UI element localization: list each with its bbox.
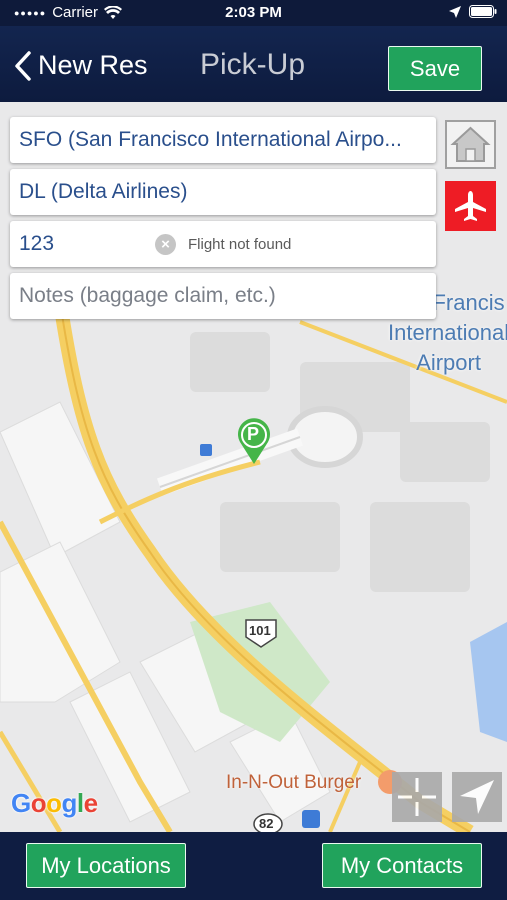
- highway-101-label: 101: [249, 623, 271, 638]
- airport-value: SFO (San Francisco International Airpo..…: [19, 128, 402, 151]
- page-title: Pick-Up: [200, 48, 306, 81]
- status-time: 2:03 PM: [225, 4, 282, 21]
- home-icon: [450, 126, 491, 162]
- airport-field[interactable]: SFO (San Francisco International Airpo..…: [10, 117, 436, 163]
- battery-icon: [469, 5, 497, 18]
- map-label-airport-line1: Francis: [432, 290, 505, 315]
- google-attribution: Google: [11, 788, 98, 818]
- flight-number-field[interactable]: 123 × Flight not found: [10, 221, 436, 267]
- my-locations-button[interactable]: My Locations: [26, 843, 186, 888]
- highway-82-label: 82: [259, 816, 274, 831]
- navigation-arrow-icon: [460, 780, 494, 814]
- notes-field[interactable]: Notes (baggage claim, etc.): [10, 273, 436, 319]
- crosshair-button[interactable]: [392, 772, 442, 822]
- status-bar: ●●●●● Carrier 2:03 PM: [0, 0, 507, 26]
- status-right-group: [449, 5, 497, 18]
- flight-status-text: Flight not found: [188, 235, 292, 253]
- clear-icon[interactable]: ×: [155, 234, 176, 255]
- my-contacts-button[interactable]: My Contacts: [322, 843, 482, 888]
- navigate-button[interactable]: [452, 772, 502, 822]
- pin-letter: P: [247, 424, 260, 444]
- back-label: New Res: [38, 50, 148, 80]
- location-arrow-icon: [449, 5, 461, 18]
- back-button[interactable]: New Res: [14, 50, 148, 81]
- nav-bar: New Res Pick-Up Save: [0, 26, 507, 102]
- airline-value: DL (Delta Airlines): [19, 180, 188, 203]
- map-label-airport-line3: Airport: [416, 350, 481, 375]
- restaurant-label: In-N-Out Burger: [226, 772, 362, 793]
- crosshair-icon: [398, 778, 436, 816]
- home-button[interactable]: [445, 120, 496, 169]
- map-label-airport-line2: International: [388, 320, 507, 345]
- bottom-bar: My Locations My Contacts: [0, 832, 507, 900]
- save-button[interactable]: Save: [388, 46, 482, 91]
- notes-placeholder: Notes (baggage claim, etc.): [19, 284, 276, 307]
- flight-number-value: 123: [19, 232, 55, 255]
- back-chevron-icon: [15, 50, 31, 81]
- airline-field[interactable]: DL (Delta Airlines): [10, 169, 436, 215]
- airport-button[interactable]: [445, 181, 496, 231]
- airplane-icon: [455, 191, 486, 221]
